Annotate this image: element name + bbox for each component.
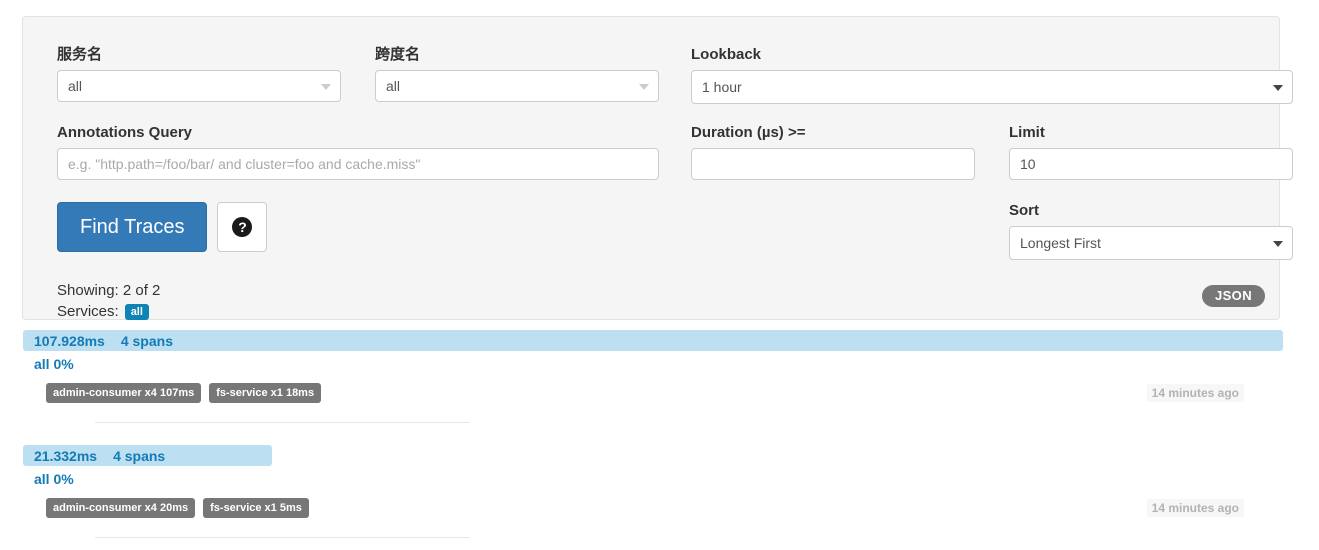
lookback-value: 1 hour [702,79,742,95]
field-service-name: 服务名 all [57,46,341,102]
trace-services: admin-consumer x4 107ms fs-service x1 18… [23,383,1283,403]
chevron-down-icon [1273,241,1283,247]
span-name-select[interactable]: all [375,70,659,102]
annotations-query-input[interactable] [57,148,659,180]
results-summary: Showing: 2 of 2 Services: all [57,280,160,322]
help-button[interactable]: ? [217,202,268,252]
services-label: Services: [57,303,119,320]
trace-span-count: 4 spans [120,332,173,349]
service-name-label: 服务名 [57,46,103,63]
sort-label: Sort [1009,202,1039,219]
field-sort: Sort Longest First [1009,202,1293,260]
chevron-down-icon [1273,85,1283,91]
trace-timestamp: 14 minutes ago [1146,499,1244,517]
field-annotations-query: Annotations Query [57,124,659,180]
form-actions: Find Traces ? [57,202,268,252]
annotations-query-label: Annotations Query [57,124,193,141]
find-traces-button[interactable]: Find Traces [57,202,208,252]
trace-results-list: 107.928ms 4 spans all 0% admin-consumer … [0,330,1319,538]
field-span-name: 跨度名 all [375,46,659,102]
duration-input[interactable] [691,148,975,180]
chevron-down-icon [321,84,331,90]
table-row[interactable]: 107.928ms 4 spans all 0% admin-consumer … [0,330,1319,423]
limit-label: Limit [1009,124,1045,141]
json-button[interactable]: JSON [1201,285,1265,307]
duration-label: Duration (µs) >= [691,124,806,141]
service-badge[interactable]: fs-service x1 18ms [209,383,322,403]
trace-duration-bar[interactable]: 21.332ms 4 spans [23,445,273,466]
services-filter-row: Services: all [57,301,160,322]
chevron-down-icon [639,84,649,90]
service-badge[interactable]: admin-consumer x4 107ms [46,383,202,403]
sort-value: Longest First [1020,235,1101,251]
field-lookback: Lookback 1 hour [691,46,1293,104]
trace-duration-bar[interactable]: 107.928ms 4 spans [23,330,1283,351]
service-badge[interactable]: fs-service x1 5ms [203,498,309,518]
trace-percent: all 0% [34,356,74,372]
showing-count: Showing: 2 of 2 [57,282,161,299]
trace-services: admin-consumer x4 20ms fs-service x1 5ms… [23,498,1283,518]
limit-input[interactable] [1009,148,1293,180]
search-form-panel: 服务名 all 跨度名 all Lookback 1 hour Annotati… [22,16,1293,322]
span-name-value: all [386,78,401,94]
field-duration: Duration (µs) >= [691,124,975,180]
trace-timestamp: 14 minutes ago [1146,384,1244,402]
row-divider [95,422,470,423]
service-name-select[interactable]: all [57,70,341,102]
sort-select[interactable]: Longest First [1009,226,1293,260]
service-badge[interactable]: admin-consumer x4 20ms [46,498,196,518]
field-limit: Limit [1009,124,1293,180]
lookback-label: Lookback [691,46,762,63]
lookback-select[interactable]: 1 hour [691,70,1293,104]
trace-duration: 107.928ms [34,332,105,349]
service-name-value: all [68,78,83,94]
trace-span-count: 4 spans [113,447,166,464]
span-name-label: 跨度名 [375,46,421,63]
trace-duration: 21.332ms [34,447,98,464]
row-divider [95,537,470,538]
question-circle-icon: ? [232,217,253,237]
services-badge-all[interactable]: all [124,303,149,320]
trace-percent: all 0% [34,471,74,487]
table-row[interactable]: 21.332ms 4 spans all 0% admin-consumer x… [0,445,1319,538]
